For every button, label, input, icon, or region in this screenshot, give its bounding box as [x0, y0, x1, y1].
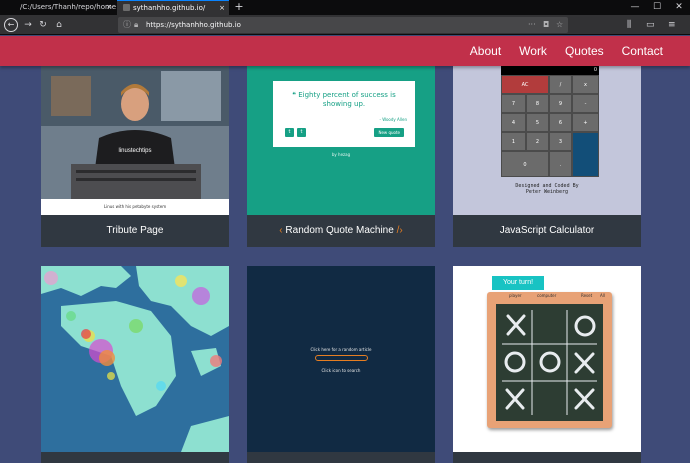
player-score-label: player [509, 293, 522, 298]
calc-key: 9 [549, 94, 572, 113]
info-icon[interactable]: ⓘ [123, 17, 131, 33]
project-card-calculator[interactable]: 0 AC / x 7 8 9 - 4 5 6 + 1 2 3 0 . Desig… [453, 66, 641, 247]
random-article-link: Click here for a random article [310, 347, 372, 352]
project-thumbnail [41, 266, 229, 452]
chalkboard [496, 304, 603, 421]
maximize-button[interactable]: ☐ [646, 0, 668, 15]
menu-icon[interactable]: ≡ [668, 18, 676, 32]
back-button[interactable]: ← [4, 18, 18, 32]
turn-banner: Your turn! [492, 276, 544, 290]
nav-quotes[interactable]: Quotes [565, 36, 604, 66]
close-icon[interactable]: × [219, 1, 225, 15]
calc-key: 1 [501, 132, 526, 151]
home-button[interactable]: ⌂ [52, 18, 66, 32]
calc-key: 0 [501, 151, 549, 177]
calc-key: . [549, 151, 572, 177]
project-card-wiki-viewer[interactable]: Click here for a random article Click ic… [247, 266, 435, 463]
pocket-icon[interactable]: ◘ [543, 17, 549, 33]
calc-key: + [572, 113, 599, 132]
site-nav: About Work Quotes Contact [470, 36, 663, 66]
credit-line: Peter Weinberg [525, 189, 569, 195]
sidebar-icon[interactable]: ▭ [646, 18, 655, 32]
calculator-display: 0 [501, 66, 599, 75]
project-card-tribute[interactable]: linustechtips Linus with his petabyte sy… [41, 66, 229, 247]
all-button: All [600, 293, 605, 298]
quote-text: Eighty percent of success is showing up. [298, 91, 396, 108]
close-icon[interactable]: × [106, 0, 112, 15]
navigation-toolbar: ← → ↻ ⌂ ⓘ 🔒︎ https://sythanhho.github.io… [0, 15, 690, 35]
search-input [315, 355, 368, 361]
calc-key-clear: AC [501, 75, 549, 94]
tab-local-index[interactable]: /C:/Users/Thanh/repo/home/index × [14, 0, 116, 15]
new-quote-button: New quote [374, 128, 404, 137]
project-thumbnail: linustechtips Linus with his petabyte sy… [41, 66, 229, 215]
project-title: Random Quote Machine [285, 225, 394, 236]
calc-key: 8 [526, 94, 549, 113]
calc-key: 5 [526, 113, 549, 132]
project-card-tic-tac-toe[interactable]: Your turn! player computer Reset All [453, 266, 641, 463]
search-hint: Click icon to search [321, 368, 361, 373]
tab-active-site[interactable]: sythanhho.github.io/ × [117, 0, 229, 15]
project-card-meteorite-map[interactable] [41, 266, 229, 463]
code-bracket-left: ‹ [279, 225, 283, 236]
window-close-button[interactable]: ✕ [668, 0, 690, 15]
page-actions-icon[interactable]: ··· [528, 17, 536, 33]
new-tab-button[interactable]: + [233, 0, 245, 15]
calculator: 0 AC / x 7 8 9 - 4 5 6 + 1 2 3 0 . [501, 66, 599, 177]
code-bracket-right: /› [396, 225, 403, 236]
calc-key: 3 [549, 132, 572, 151]
quote-author: - Woody Allen [379, 117, 407, 122]
calc-key-equals [572, 132, 599, 177]
nav-about[interactable]: About [470, 36, 501, 66]
project-caption: ‹ Random Quote Machine /› [247, 215, 435, 247]
tab-title: sythanhho.github.io/ [133, 4, 206, 12]
project-thumbnail: ❝ Eighty percent of success is showing u… [247, 66, 435, 215]
nav-contact[interactable]: Contact [622, 36, 663, 66]
quote-box: ❝ Eighty percent of success is showing u… [273, 81, 415, 147]
project-title: Tribute Page [41, 215, 229, 247]
reset-button: Reset [581, 293, 593, 298]
svg-text:linustechtips: linustechtips [118, 148, 151, 154]
calc-key: 2 [526, 132, 549, 151]
project-thumbnail: 0 AC / x 7 8 9 - 4 5 6 + 1 2 3 0 . Desig… [453, 66, 641, 215]
lock-icon: 🔒︎ [134, 20, 139, 29]
calc-key: / [549, 75, 572, 94]
calc-key: - [572, 94, 599, 113]
world-map [41, 266, 229, 452]
tab-bar: /C:/Users/Thanh/repo/home/index × sythan… [0, 0, 690, 15]
tribute-photo: linustechtips [41, 66, 229, 199]
project-title [41, 452, 229, 463]
calculator-credit: Designed and Coded By Peter Weinberg [453, 183, 641, 195]
project-title [453, 452, 641, 463]
project-card-quote-machine[interactable]: ❝ Eighty percent of success is showing u… [247, 66, 435, 247]
site-header: About Work Quotes Contact [0, 36, 690, 66]
calc-key: 7 [501, 94, 526, 113]
calc-key: x [572, 75, 599, 94]
calc-key: 4 [501, 113, 526, 132]
bookmark-star-icon[interactable]: ☆ [556, 17, 563, 33]
photo-caption: Linus with his petabyte system [103, 204, 167, 209]
calc-key: 6 [549, 113, 572, 132]
project-thumbnail: Click here for a random article Click ic… [247, 266, 435, 452]
game-board: player computer Reset All [487, 292, 612, 428]
project-title [247, 452, 435, 463]
url-text[interactable]: https://sythanhho.github.io [146, 17, 241, 33]
tumblr-icon: t [297, 128, 306, 137]
library-icon[interactable]: ⫼ [627, 18, 631, 32]
reload-button[interactable]: ↻ [36, 18, 50, 32]
computer-score-label: computer [537, 293, 557, 298]
favicon-icon [123, 4, 130, 11]
project-thumbnail: Your turn! player computer Reset All [453, 266, 641, 452]
forward-button[interactable]: → [21, 18, 35, 32]
project-title: JavaScript Calculator [453, 215, 641, 247]
address-bar[interactable]: ⓘ 🔒︎ https://sythanhho.github.io ··· ◘ ☆ [118, 17, 568, 33]
minimize-button[interactable]: — [624, 0, 646, 15]
nav-work[interactable]: Work [519, 36, 547, 66]
twitter-icon: t [285, 128, 294, 137]
tab-title: /C:/Users/Thanh/repo/home/index [20, 3, 116, 11]
quote-by: by hezag [331, 152, 351, 157]
